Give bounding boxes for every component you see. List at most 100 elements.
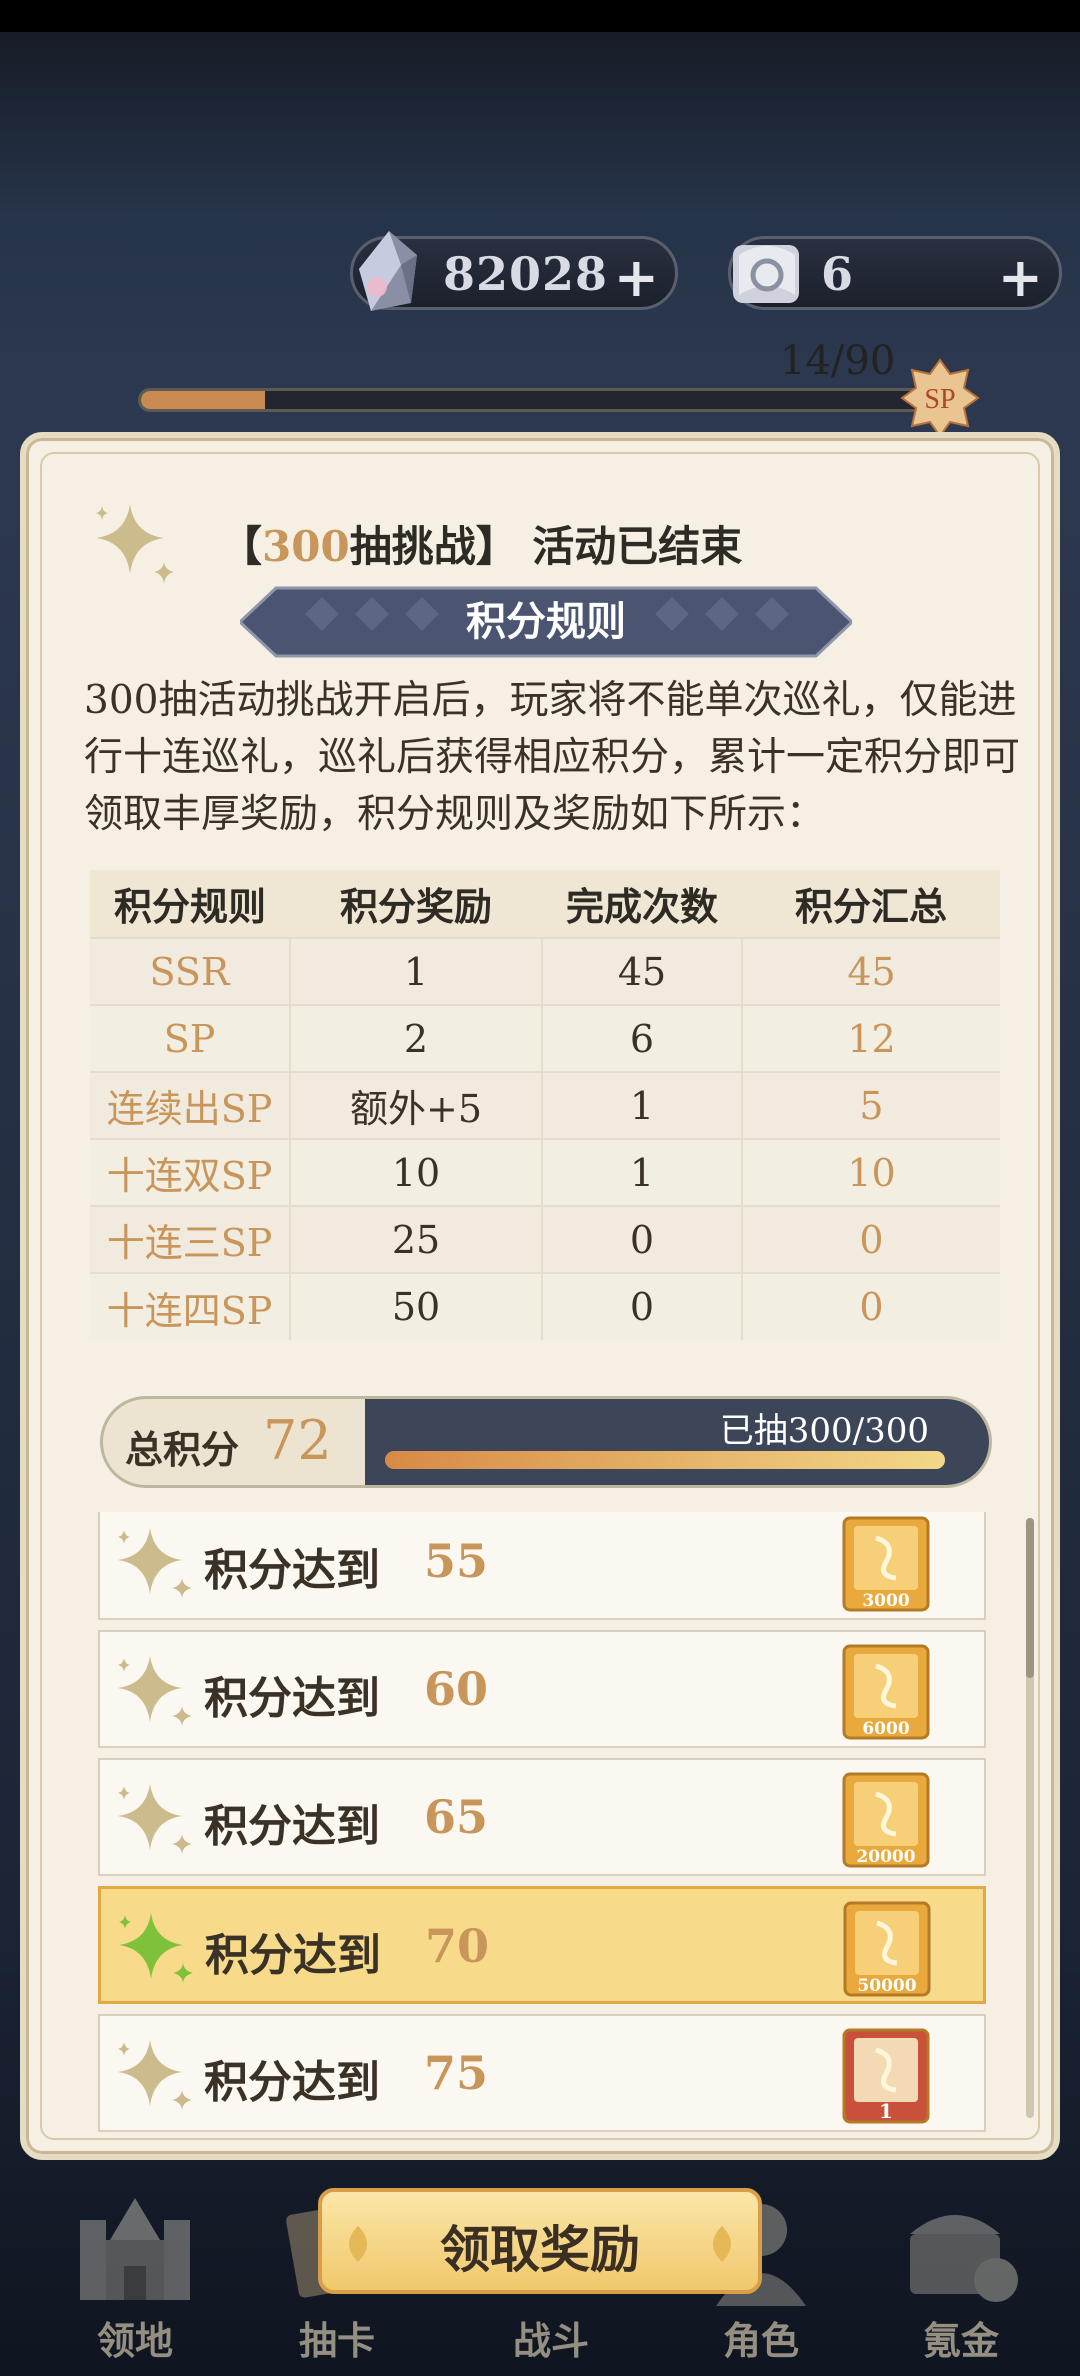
section-title: 积分规则 [466,598,626,645]
gold-ticket-icon: 1 [842,2028,930,2124]
draw-progress-fill [385,1451,945,1469]
sparkle-icon [118,1656,192,1726]
pity-progress-bar [138,388,938,412]
table-cell: 25 [290,1205,543,1273]
nav-item-shop[interactable]: 氪金 [886,2190,1036,2363]
nav-label: 领地 [96,2318,173,2363]
reward-target: 55 [424,1534,489,1588]
castle-icon [80,2198,190,2300]
add-ticket-button[interactable]: + [998,245,1043,309]
table-cell: 0 [542,1205,743,1273]
reward-row[interactable]: 积分达到 60 6000 [98,1630,986,1748]
table-cell: 十连双SP [90,1138,291,1206]
table-row: SSR 1 45 45 [90,937,1000,1005]
table-cell: 5 [742,1071,1000,1139]
table-cell: 0 [542,1272,743,1340]
table-cell: 45 [542,937,743,1005]
gold-ticket-icon: 20000 [842,1772,930,1868]
table-cell: 十连四SP [90,1272,291,1340]
sparkle-icon [118,2040,192,2110]
rules-description: 300抽活动挑战开启后，玩家将不能单次巡礼，仅能进行十连巡礼，巡礼后获得相应积分… [84,678,1021,837]
reward-target: 70 [425,1919,490,1973]
table-row: SP 2 6 12 [90,1004,1000,1072]
reward-label: 积分达到 [204,2057,380,2108]
gold-ticket-icon: 3000 [842,1516,930,1612]
reward-target: 75 [424,2046,489,2100]
sp-badge-icon: SP [900,358,980,438]
draw-progress-track [385,1451,945,1469]
draw-progress-area: 已抽300/300 [365,1399,989,1485]
crystal-amount: 82028 [443,247,609,301]
reward-list-scrollbar[interactable] [1026,1518,1034,2118]
add-crystal-button[interactable]: + [614,245,659,309]
svg-text:3000: 3000 [862,1591,909,1611]
reward-row[interactable]: 积分达到 65 20000 [98,1758,986,1876]
table-row: 十连三SP 25 0 0 [90,1205,1000,1273]
table-cell: 12 [742,1004,1000,1072]
score-rules-table: 积分规则 积分奖励 完成次数 积分汇总 SSR 1 45 45 SP 2 6 1… [90,870,1000,1340]
section-banner: 积分规则 [237,586,855,658]
pity-count: 14/90 [780,338,896,384]
draws-count: 已抽300/300 [719,1411,929,1451]
crystal-currency[interactable]: 82028 + [350,231,678,311]
nav-item-territory[interactable]: 领地 [60,2190,210,2363]
table-cell: 0 [742,1272,1000,1340]
table-row: 十连双SP 10 1 10 [90,1138,1000,1206]
ticket-currency[interactable]: 6 + [728,236,1062,310]
table-cell: 十连三SP [90,1205,291,1273]
reward-list[interactable]: 积分达到 55 3000 积分达到 60 6000 积分达到 65 20000 积分达到 70 500… [90,1512,1010,2132]
table-cell: 额外+5 [290,1071,543,1139]
sparkle-icon [96,504,174,584]
table-cell: 10 [290,1138,543,1206]
table-cell: 2 [290,1004,543,1072]
pity-progress-fill [141,391,265,409]
table-header-row: 积分规则 积分奖励 完成次数 积分汇总 [90,870,1000,938]
table-row: 十连四SP 50 0 0 [90,1272,1000,1340]
total-score-value: 72 [263,1409,332,1472]
svg-text:6000: 6000 [862,1719,909,1739]
reward-target: 65 [424,1790,489,1844]
table-cell: 1 [542,1138,743,1206]
nav-label: 角色 [722,2318,799,2363]
reward-label: 积分达到 [204,1673,380,1724]
nav-label: 战斗 [512,2318,589,2363]
table-row: 连续出SP 额外+5 1 5 [90,1071,1000,1139]
table-header: 积分奖励 [290,870,542,938]
table-cell: 10 [742,1138,1000,1206]
total-score-bar: 总积分 72 已抽300/300 [100,1396,992,1488]
table-cell: 45 [742,937,1000,1005]
treasure-chest-icon [910,2215,1018,2302]
gold-ticket-icon: 6000 [842,1644,930,1740]
claim-reward-label: 领取奖励 [440,2220,640,2279]
challenge-panel: 【300抽挑战】 活动已结束 积分规则 300抽活动挑战开启后，玩家将不能单次巡… [20,432,1060,2160]
table-header: 积分汇总 [742,870,1000,938]
gold-ticket-icon: 50000 [843,1901,931,1997]
svg-text:50000: 50000 [857,1976,916,1996]
table-cell: 连续出SP [90,1071,291,1139]
nav-label: 抽卡 [298,2318,375,2363]
table-header: 完成次数 [542,870,742,938]
reward-row[interactable]: 积分达到 70 50000 [98,1886,986,2004]
scroll-thumb[interactable] [1026,1518,1034,1678]
status-bar [0,0,1080,32]
ticket-amount: 6 [821,247,855,301]
claim-reward-button[interactable]: 领取奖励 [318,2188,762,2294]
reward-label: 积分达到 [204,1801,380,1852]
table-cell: SP [90,1004,291,1072]
table-cell: 0 [742,1205,1000,1273]
table-cell: 1 [290,937,543,1005]
reward-row[interactable]: 积分达到 55 3000 [98,1512,986,1620]
table-header: 积分规则 [90,870,290,938]
sparkle-icon [118,1528,192,1598]
table-cell: 1 [542,1071,743,1139]
swirl-right-icon [713,2226,731,2262]
sparkle-icon [119,1913,193,1983]
table-cell: 6 [542,1004,743,1072]
svg-text:SP: SP [924,384,955,415]
sparkle-icon [118,1784,192,1854]
panel-title: 【300抽挑战】 活动已结束 [90,498,742,588]
title-text: 【300抽挑战】 活动已结束 [220,521,743,571]
reward-row[interactable]: 积分达到 75 1 [98,2014,986,2132]
table-cell: 50 [290,1272,543,1340]
reward-label: 积分达到 [205,1930,381,1981]
